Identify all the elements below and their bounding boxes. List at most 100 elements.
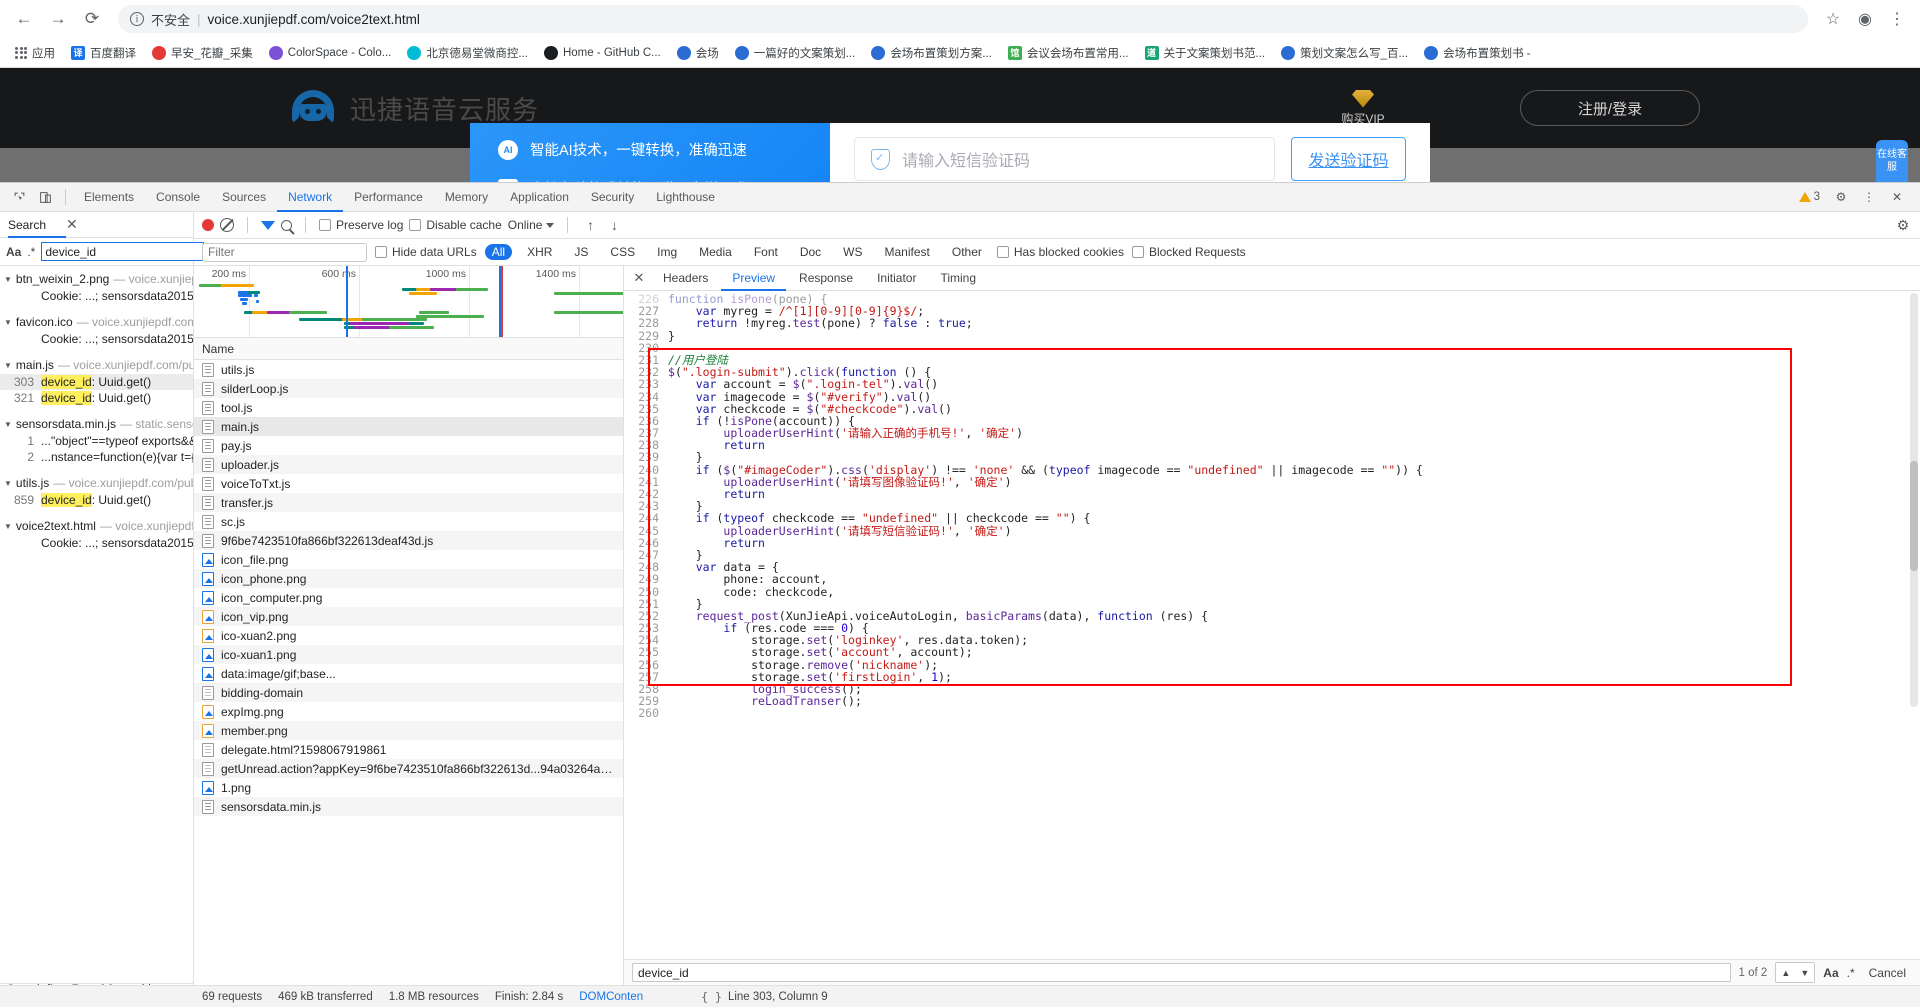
search-result-line[interactable]: 321 device_id: Uuid.get() xyxy=(0,390,193,406)
bookmark-item[interactable]: 早安_花瓣_采集 xyxy=(145,42,260,64)
bookmark-item[interactable]: 一篇好的文案策划... xyxy=(728,42,863,64)
record-stop-icon[interactable] xyxy=(202,219,214,231)
table-row[interactable]: 1.png xyxy=(194,778,623,797)
regex-icon[interactable]: .* xyxy=(1847,966,1855,980)
table-row[interactable]: member.png xyxy=(194,721,623,740)
bookmark-item[interactable]: ColorSpace - Colo... xyxy=(262,43,399,63)
table-row[interactable]: icon_file.png xyxy=(194,550,623,569)
tab-memory[interactable]: Memory xyxy=(434,183,499,212)
bookmark-item[interactable]: 道 关于文案策划书范... xyxy=(1138,42,1273,64)
bookmark-item[interactable]: Home - GitHub C... xyxy=(537,43,668,63)
tab-elements[interactable]: Elements xyxy=(73,183,145,212)
send-code-button[interactable]: 发送验证码 xyxy=(1291,137,1406,181)
profile-icon[interactable]: ◉ xyxy=(1852,9,1878,29)
pretty-print-icon[interactable]: { } xyxy=(701,990,722,1004)
chevron-down-icon[interactable]: ▼ xyxy=(4,361,12,370)
chevron-down-icon[interactable]: ▼ xyxy=(4,522,12,531)
search-result-file[interactable]: ▼ sensorsdata.min.js — static.sensorsd..… xyxy=(0,415,193,433)
bookmark-item[interactable]: 会场布置策划方案... xyxy=(864,42,999,64)
table-row[interactable]: expImg.png xyxy=(194,702,623,721)
search-result-line[interactable]: Cookie: ...; sensorsdata2015jssdkcr... xyxy=(0,331,193,347)
site-logo[interactable]: 迅捷语音云服务 xyxy=(290,88,539,128)
has-blocked-cookies-checkbox[interactable]: Has blocked cookies xyxy=(996,245,1124,259)
sms-code-input[interactable]: 请输入短信验证码 xyxy=(854,137,1275,181)
type-filter-ws[interactable]: WS xyxy=(836,244,869,260)
table-row[interactable]: icon_phone.png xyxy=(194,569,623,588)
tab-response[interactable]: Response xyxy=(788,266,864,291)
search-result-file[interactable]: ▼ btn_weixin_2.png — voice.xunjiepdf... xyxy=(0,270,193,288)
type-filter-js[interactable]: JS xyxy=(567,244,595,260)
tab-security[interactable]: Security xyxy=(580,183,645,212)
chevron-down-icon[interactable]: ▼ xyxy=(4,420,12,429)
throttling-select[interactable]: Online xyxy=(508,218,555,232)
type-filter-font[interactable]: Font xyxy=(747,244,785,260)
import-har-icon[interactable]: ↑ xyxy=(581,217,599,233)
bookmark-item[interactable]: 会场 xyxy=(670,42,726,64)
type-filter-media[interactable]: Media xyxy=(692,244,739,260)
table-row[interactable]: silderLoop.js xyxy=(194,379,623,398)
bookmark-item[interactable]: 北京德易堂微商控... xyxy=(400,42,535,64)
disable-cache-checkbox[interactable]: Disable cache xyxy=(409,218,502,232)
menu-icon[interactable]: ⋮ xyxy=(1884,9,1910,29)
export-har-icon[interactable]: ↓ xyxy=(605,217,623,233)
more-vertical-icon[interactable]: ⋮ xyxy=(1856,185,1882,209)
close-icon[interactable]: ✕ xyxy=(1884,185,1910,209)
back-arrow-icon[interactable]: ← xyxy=(10,5,38,33)
network-overview-timeline[interactable]: 200 ms 600 ms 1000 ms 1400 ms xyxy=(194,266,623,338)
table-row[interactable]: bidding-domain xyxy=(194,683,623,702)
register-login-button[interactable]: 注册/登录 xyxy=(1520,90,1700,126)
search-result-line[interactable]: 1 ..."object"==typeof exports&&"o... xyxy=(0,433,193,449)
filter-input[interactable] xyxy=(202,242,367,262)
type-filter-css[interactable]: CSS xyxy=(603,244,642,260)
match-case-icon[interactable]: Aa xyxy=(1823,966,1838,980)
table-row[interactable]: sensorsdata.min.js xyxy=(194,797,623,816)
requests-list[interactable]: utils.js silderLoop.js tool.js main.js pay.j… xyxy=(194,360,623,985)
address-bar[interactable]: i 不安全 | voice.xunjiepdf.com/voice2text.h… xyxy=(118,5,1808,33)
search-result-file[interactable]: ▼ voice2text.html — voice.xunjiepdf.com.… xyxy=(0,517,193,535)
bookmark-item[interactable]: 馆 会议会场布置常用... xyxy=(1001,42,1136,64)
warning-badge[interactable]: 3 xyxy=(1793,191,1826,203)
search-result-line[interactable]: 2 ...nstance=function(e){var t={};t=!... xyxy=(0,449,193,465)
forward-arrow-icon[interactable]: → xyxy=(44,5,72,33)
type-filter-other[interactable]: Other xyxy=(945,244,989,260)
table-row[interactable]: icon_vip.png xyxy=(194,607,623,626)
search-result-line[interactable]: Cookie: ...; sensorsdata2015jssdkcr... xyxy=(0,288,193,304)
tab-preview[interactable]: Preview xyxy=(721,266,786,291)
tab-initiator[interactable]: Initiator xyxy=(866,266,927,291)
table-row[interactable]: sc.js xyxy=(194,512,623,531)
device-toolbar-icon[interactable] xyxy=(32,185,58,209)
table-row[interactable]: voiceToTxt.js xyxy=(194,474,623,493)
chevron-down-icon[interactable]: ▼ xyxy=(4,275,12,284)
type-filter-xhr[interactable]: XHR xyxy=(520,244,559,260)
clear-network-icon[interactable] xyxy=(220,218,234,232)
bookmark-item[interactable]: 策划文案怎么写_百... xyxy=(1274,42,1415,64)
tab-lighthouse[interactable]: Lighthouse xyxy=(645,183,726,212)
close-icon[interactable]: ✕ xyxy=(66,216,78,233)
chevron-down-icon[interactable]: ▼ xyxy=(4,479,12,488)
funnel-filter-icon[interactable] xyxy=(261,220,275,230)
inspect-element-icon[interactable] xyxy=(6,185,32,209)
type-filter-doc[interactable]: Doc xyxy=(793,244,828,260)
table-row[interactable]: transfer.js xyxy=(194,493,623,512)
type-filter-manifest[interactable]: Manifest xyxy=(878,244,937,260)
search-icon[interactable] xyxy=(281,219,292,231)
search-input[interactable] xyxy=(41,242,205,261)
tab-timing[interactable]: Timing xyxy=(929,266,987,291)
table-row[interactable]: utils.js xyxy=(194,360,623,379)
bookmark-item[interactable]: 会场布置策划书 - xyxy=(1417,42,1538,64)
blocked-requests-checkbox[interactable]: Blocked Requests xyxy=(1131,245,1246,259)
close-icon[interactable]: ✕ xyxy=(628,270,650,286)
table-row[interactable]: icon_computer.png xyxy=(194,588,623,607)
table-row[interactable]: tool.js xyxy=(194,398,623,417)
table-row[interactable]: ico-xuan2.png xyxy=(194,626,623,645)
table-row[interactable]: ico-xuan1.png xyxy=(194,645,623,664)
gear-icon[interactable]: ⚙ xyxy=(1894,217,1912,234)
table-row[interactable]: data:image/gif;base... xyxy=(194,664,623,683)
table-row[interactable]: uploader.js xyxy=(194,455,623,474)
tab-headers[interactable]: Headers xyxy=(652,266,719,291)
find-input[interactable] xyxy=(632,963,1731,982)
search-result-file[interactable]: ▼ favicon.ico — voice.xunjiepdf.com/f... xyxy=(0,313,193,331)
match-case-icon[interactable]: Aa xyxy=(6,245,21,259)
bookmark-item[interactable]: 译 百度翻译 xyxy=(64,42,143,64)
bookmark-apps[interactable]: 应用 xyxy=(8,42,62,64)
